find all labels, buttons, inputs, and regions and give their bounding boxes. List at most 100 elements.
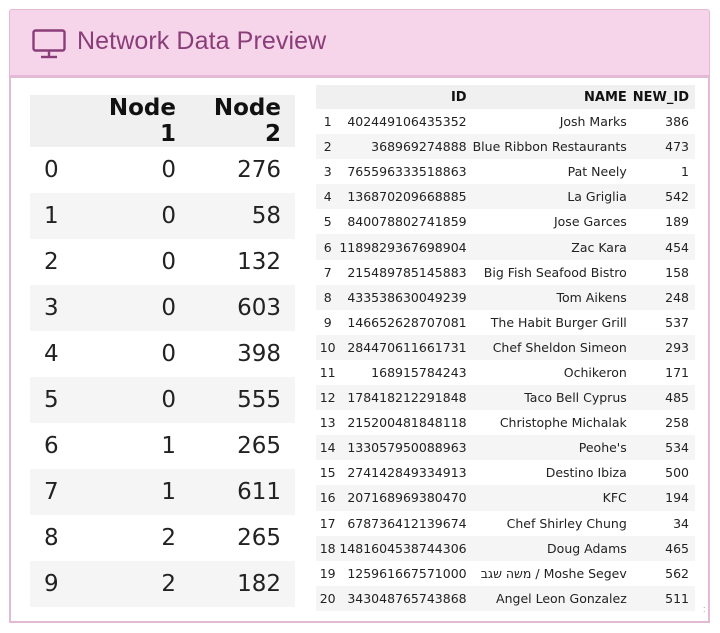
table-row: 9 146652628707081 The Habit Burger Grill 53… — [316, 310, 695, 335]
row-index: 7 — [30, 469, 85, 515]
node1-cell: 0 — [85, 285, 190, 331]
table-row: 7 215489785145883 Big Fish Seafood Bistro 1… — [316, 260, 695, 285]
name-cell: La Griglia — [472, 184, 633, 210]
nodes-table-header: ID NAME NEW_ID — [316, 85, 695, 109]
name-cell: KFC — [472, 485, 633, 511]
table-row: 9 2 182 — [30, 561, 295, 607]
row-index: 1 — [30, 193, 85, 239]
node2-cell: 555 — [190, 377, 295, 423]
name-cell: Peohe's — [472, 435, 633, 461]
new-id-cell: 537 — [665, 314, 689, 330]
name-cell: Jose Garces — [553, 214, 627, 230]
table-row: 3 765596333518863 Pat Neely 1 — [316, 159, 695, 184]
new-id-cell: 258 — [665, 415, 689, 431]
row-number: 4 — [316, 184, 340, 210]
edges-table: Node 1 Node 2 0 0 276 1 0 58 2 0 132 3 0 603 4 0 398 5 0… — [30, 95, 295, 607]
new-id-cell: 542 — [632, 184, 695, 210]
table-row: 15 274142849334913 Destino Ibiza 500 — [316, 460, 695, 485]
row-number: 10 — [316, 334, 340, 360]
name-cell: משה שגב / Moshe Segev — [480, 565, 627, 581]
table-row: 12 178418212291848 Taco Bell Cyprus 485 — [316, 385, 695, 411]
new-id-cell: 158 — [665, 264, 689, 280]
edges-table-header: Node 1 Node 2 — [30, 95, 295, 147]
table-row: 8 433538630049239 Tom Aikens 248 — [316, 284, 695, 310]
row-index: 4 — [44, 341, 59, 367]
monitor-icon — [32, 29, 66, 59]
node2-cell: 276 — [237, 157, 281, 183]
id-cell: 215200481848118 — [347, 415, 467, 431]
table-row: 0 0 276 — [30, 147, 295, 193]
new-id-cell: 1 — [681, 164, 689, 180]
id-cell: 178418212291848 — [339, 385, 473, 411]
id-cell: 368969274888 — [339, 134, 473, 160]
page-title: Network Data Preview — [77, 27, 327, 55]
table-row: 7 1 611 — [30, 469, 295, 515]
node1-cell: 0 — [85, 193, 190, 239]
row-index: 9 — [30, 561, 85, 607]
row-index: 5 — [30, 377, 85, 423]
node2-cell: 603 — [190, 285, 295, 331]
table-row: 2 0 132 — [30, 239, 295, 285]
node1-cell: 0 — [85, 377, 190, 423]
name-cell: Tom Aikens — [472, 284, 633, 310]
name-cell: Taco Bell Cyprus — [472, 385, 633, 411]
new-id-cell: 386 — [665, 114, 689, 130]
new-id-cell: 171 — [665, 364, 689, 380]
table-row: 8 2 265 — [30, 515, 295, 561]
row-index: 3 — [30, 285, 85, 331]
new-id-cell: 534 — [632, 435, 695, 461]
id-cell: 146652628707081 — [347, 314, 467, 330]
row-number: 6 — [316, 234, 340, 260]
row-number: 2 — [316, 134, 340, 160]
id-cell: 765596333518863 — [347, 164, 467, 180]
name-cell: Chef Sheldon Simeon — [472, 334, 633, 360]
id-cell: 215489785145883 — [347, 264, 467, 280]
node2-cell: 182 — [190, 561, 295, 607]
row-number: 17 — [319, 515, 336, 531]
table-row: 10 284470611661731 Chef Sheldon Simeon 293 — [316, 334, 695, 360]
row-number: 19 — [319, 565, 336, 581]
node2-cell: 398 — [237, 341, 281, 367]
name-header: NAME — [472, 85, 633, 109]
table-row: 2 368969274888 Blue Ribbon Restaurants 473 — [316, 134, 695, 160]
nodes-table: ID NAME NEW_ID 1 402449106435352 Josh Mark… — [316, 85, 695, 611]
row-number: 11 — [319, 364, 336, 380]
id-cell: 840078802741859 — [347, 214, 467, 230]
row-index: 2 — [44, 249, 59, 275]
row-number: 1 — [323, 114, 332, 130]
row-number: 12 — [316, 385, 340, 411]
node1-header: Node 1 — [85, 95, 190, 147]
row-number: 14 — [316, 435, 340, 461]
scroll-indicator[interactable]: : — [703, 604, 706, 614]
table-row: 4 136870209668885 La Griglia 542 — [316, 184, 695, 210]
row-number: 9 — [323, 314, 332, 330]
new-id-cell: 454 — [632, 234, 695, 260]
name-cell: Destino Ibiza — [545, 465, 627, 481]
row-number: 5 — [323, 214, 332, 230]
table-row: 1 402449106435352 Josh Marks 386 — [316, 109, 695, 134]
id-cell: 1481604538744306 — [339, 535, 473, 561]
table-row: 13 215200481848118 Christophe Michalak 258 — [316, 410, 695, 435]
table-row: 1 0 58 — [30, 193, 295, 239]
node2-cell: 265 — [237, 525, 281, 551]
new-id-cell: 562 — [665, 565, 689, 581]
table-row: 14 133057950088963 Peohe's 534 — [316, 435, 695, 461]
node1-cell: 0 — [161, 341, 176, 367]
node2-header: Node 2 — [190, 95, 295, 147]
row-number: 3 — [323, 164, 332, 180]
new-id-cell: 473 — [632, 134, 695, 160]
name-cell: Angel Leon Gonzalez — [472, 585, 633, 611]
new-id-cell: 485 — [632, 385, 695, 411]
id-cell: 274142849334913 — [347, 465, 467, 481]
id-cell: 207168969380470 — [339, 485, 473, 511]
edges-index-header — [30, 95, 85, 147]
table-row: 3 0 603 — [30, 285, 295, 331]
name-cell: Josh Marks — [559, 114, 627, 130]
row-index: 0 — [44, 157, 59, 183]
name-cell: Christophe Michalak — [499, 415, 627, 431]
node2-cell: 58 — [190, 193, 295, 239]
new-id-header: NEW_ID — [632, 85, 695, 109]
id-cell: 168915784243 — [371, 364, 467, 380]
name-cell: The Habit Burger Grill — [490, 314, 627, 330]
node1-cell: 2 — [85, 561, 190, 607]
